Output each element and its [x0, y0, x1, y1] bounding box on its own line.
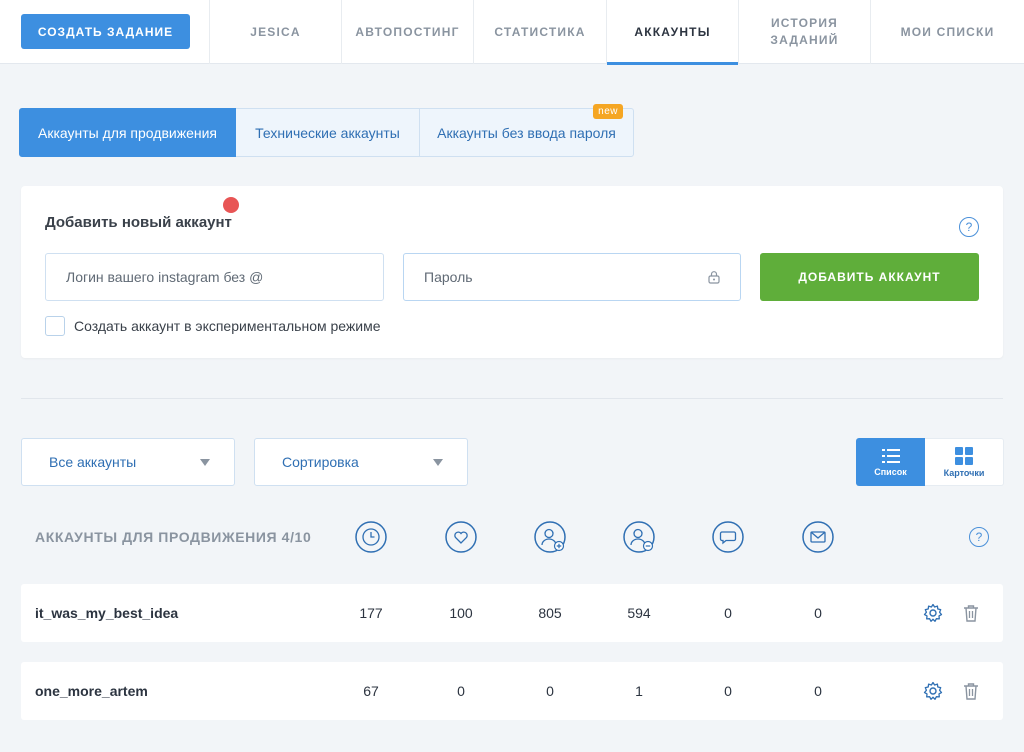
view-cards-button[interactable]: Карточки [925, 438, 1004, 486]
table-row[interactable]: it_was_my_best_idea 177 100 805 594 0 0 [21, 584, 1003, 642]
accounts-filter-value: Все аккаунты [49, 454, 137, 470]
experimental-mode-label: Создать аккаунт в экспериментальном режи… [74, 318, 381, 334]
tab-jesica[interactable]: JESICA [209, 0, 341, 64]
tab-task-history[interactable]: ИСТОРИЯ ЗАДАНИЙ [738, 0, 870, 64]
heart-icon [445, 521, 477, 553]
tab-autoposting[interactable]: АВТОПОСТИНГ [341, 0, 473, 64]
user-plus-icon [534, 521, 566, 553]
create-task-button[interactable]: СОЗДАТЬ ЗАДАНИЕ [21, 14, 190, 49]
table-row[interactable]: one_more_artem 67 0 0 1 0 0 [21, 662, 1003, 720]
help-icon[interactable]: ? [959, 217, 979, 237]
experimental-mode-checkbox[interactable] [45, 316, 65, 336]
stat-value: 177 [359, 605, 383, 621]
stat-value: 594 [627, 605, 651, 621]
help-icon[interactable]: ? [969, 527, 989, 547]
top-navigation: СОЗДАТЬ ЗАДАНИЕ JESICA АВТОПОСТИНГ СТАТИ… [0, 0, 1024, 65]
stat-value: 0 [457, 683, 465, 699]
list-icon [881, 448, 900, 463]
tab-technical-accounts[interactable]: Технические аккаунты [236, 108, 420, 157]
tab-passwordless-label: Аккаунты без ввода пароля [437, 124, 616, 141]
stat-value: 0 [546, 683, 554, 699]
accounts-filter-select[interactable]: Все аккаунты [21, 438, 235, 486]
tab-statistics[interactable]: СТАТИСТИКА [473, 0, 606, 64]
chevron-down-icon [200, 459, 210, 466]
stat-value: 0 [724, 683, 732, 699]
notification-dot [223, 197, 239, 213]
new-badge: new [593, 104, 623, 119]
comment-icon [712, 521, 744, 553]
trash-icon[interactable] [961, 603, 981, 623]
trash-icon[interactable] [961, 681, 981, 701]
tab-my-lists[interactable]: МОИ СПИСКИ [870, 0, 1024, 64]
account-name[interactable]: it_was_my_best_idea [35, 605, 178, 621]
add-account-title: Добавить новый аккаунт [45, 214, 232, 231]
sort-select-value: Сортировка [282, 454, 359, 470]
stat-value: 0 [814, 683, 822, 699]
account-name[interactable]: one_more_artem [35, 683, 148, 699]
clock-icon [355, 521, 387, 553]
view-list-button[interactable]: Список [856, 438, 925, 486]
gear-icon[interactable] [923, 603, 943, 623]
add-account-card: Добавить новый аккаунт ? ДОБАВИТЬ АККАУН… [21, 186, 1003, 358]
stat-value: 100 [449, 605, 473, 621]
user-minus-icon [623, 521, 655, 553]
stat-value: 0 [814, 605, 822, 621]
chevron-down-icon [433, 459, 443, 466]
tab-promotion-accounts[interactable]: Аккаунты для продвижения [19, 108, 236, 157]
grid-icon [955, 446, 973, 465]
sort-select[interactable]: Сортировка [254, 438, 468, 486]
lock-icon [708, 271, 720, 284]
view-cards-label: Карточки [943, 467, 985, 478]
add-account-button[interactable]: ДОБАВИТЬ АККАУНТ [760, 253, 979, 301]
tab-accounts[interactable]: АККАУНТЫ [606, 0, 738, 65]
tab-passwordless-accounts[interactable]: Аккаунты без ввода пароля new [419, 104, 634, 157]
password-input[interactable] [403, 253, 741, 301]
accounts-list-title: АККАУНТЫ ДЛЯ ПРОДВИЖЕНИЯ 4/10 [35, 529, 312, 545]
stat-value: 0 [724, 605, 732, 621]
view-list-label: Список [874, 466, 907, 477]
gear-icon[interactable] [923, 681, 943, 701]
login-input[interactable] [45, 253, 384, 301]
stat-value: 67 [363, 683, 379, 699]
stat-value: 1 [635, 683, 643, 699]
stat-value: 805 [538, 605, 562, 621]
section-divider [21, 398, 1003, 399]
mail-icon [802, 521, 834, 553]
